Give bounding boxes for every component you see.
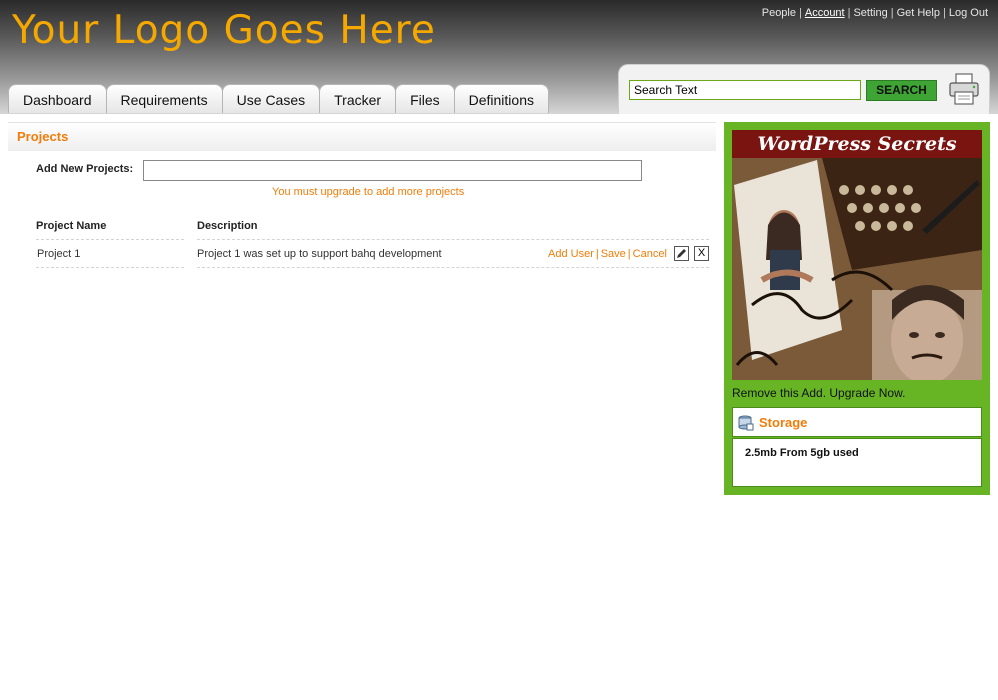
remove-ad-link[interactable]: Remove this Add. Upgrade Now. xyxy=(732,386,905,400)
ad-title: WordPress Secrets xyxy=(732,130,982,158)
separator: | xyxy=(595,248,599,260)
cancel-link[interactable]: Cancel xyxy=(633,248,667,260)
separator: | xyxy=(943,7,946,19)
project-description-cell: Project 1 was set up to support bahq dev… xyxy=(197,248,442,260)
add-user-link[interactable]: Add User xyxy=(548,248,594,260)
divider xyxy=(197,239,709,240)
divider xyxy=(197,267,709,268)
save-link[interactable]: Save xyxy=(601,248,626,260)
separator: | xyxy=(799,7,802,19)
top-links: People | Account | Setting | Get Help | Log Out xyxy=(762,7,988,19)
main-tabs: Dashboard Requirements Use Cases Tracker… xyxy=(8,84,549,113)
people-link[interactable]: People xyxy=(762,7,796,19)
page-title: Projects xyxy=(17,129,69,144)
setting-link[interactable]: Setting xyxy=(853,7,887,19)
upgrade-message[interactable]: You must upgrade to add more projects xyxy=(272,186,464,198)
search-panel: SEARCH xyxy=(618,64,990,114)
log-out-link[interactable]: Log Out xyxy=(949,7,988,19)
separator: | xyxy=(627,248,631,260)
storage-icon xyxy=(738,415,754,431)
row-actions: Add User | Save | Cancel xyxy=(548,248,667,260)
tab-requirements[interactable]: Requirements xyxy=(105,84,223,113)
header: Your Logo Goes Here People | Account | Setti… xyxy=(0,0,998,114)
storage-panel: 2.5mb From 5gb used xyxy=(732,438,982,487)
logo[interactable]: Your Logo Goes Here xyxy=(12,8,436,53)
print-icon[interactable] xyxy=(947,72,981,106)
tab-dashboard[interactable]: Dashboard xyxy=(8,84,107,113)
tab-tracker[interactable]: Tracker xyxy=(319,84,397,113)
add-project-input[interactable] xyxy=(143,160,642,181)
project-name-cell: Project 1 xyxy=(37,248,81,260)
storage-usage: 2.5mb From 5gb used xyxy=(745,447,859,459)
add-project-label: Add New Projects: xyxy=(36,163,134,175)
column-header-description: Description xyxy=(197,220,258,232)
projects-panel: Projects Add New Projects: You must upgr… xyxy=(8,122,716,268)
pencil-glyph xyxy=(677,249,686,258)
storage-header: Storage xyxy=(732,407,982,437)
storage-title: Storage xyxy=(759,415,808,430)
divider xyxy=(36,267,184,268)
delete-icon[interactable]: X xyxy=(694,246,709,261)
ad-banner[interactable]: WordPress Secrets xyxy=(732,130,982,380)
separator: | xyxy=(890,7,894,19)
tab-files[interactable]: Files xyxy=(395,84,455,113)
tab-use-cases[interactable]: Use Cases xyxy=(221,84,321,113)
get-help-link[interactable]: Get Help xyxy=(897,7,940,19)
edit-pencil-icon[interactable] xyxy=(674,246,689,261)
tab-definitions[interactable]: Definitions xyxy=(453,84,549,113)
column-header-project-name: Project Name xyxy=(36,220,107,232)
sidebar: WordPress Secrets Remove this Add. Upgra… xyxy=(724,122,990,495)
section-header xyxy=(8,122,716,151)
account-link[interactable]: Account xyxy=(805,7,845,19)
ad-image xyxy=(732,158,982,380)
divider xyxy=(36,239,184,240)
search-button[interactable]: SEARCH xyxy=(866,80,937,101)
search-input[interactable] xyxy=(629,80,861,100)
